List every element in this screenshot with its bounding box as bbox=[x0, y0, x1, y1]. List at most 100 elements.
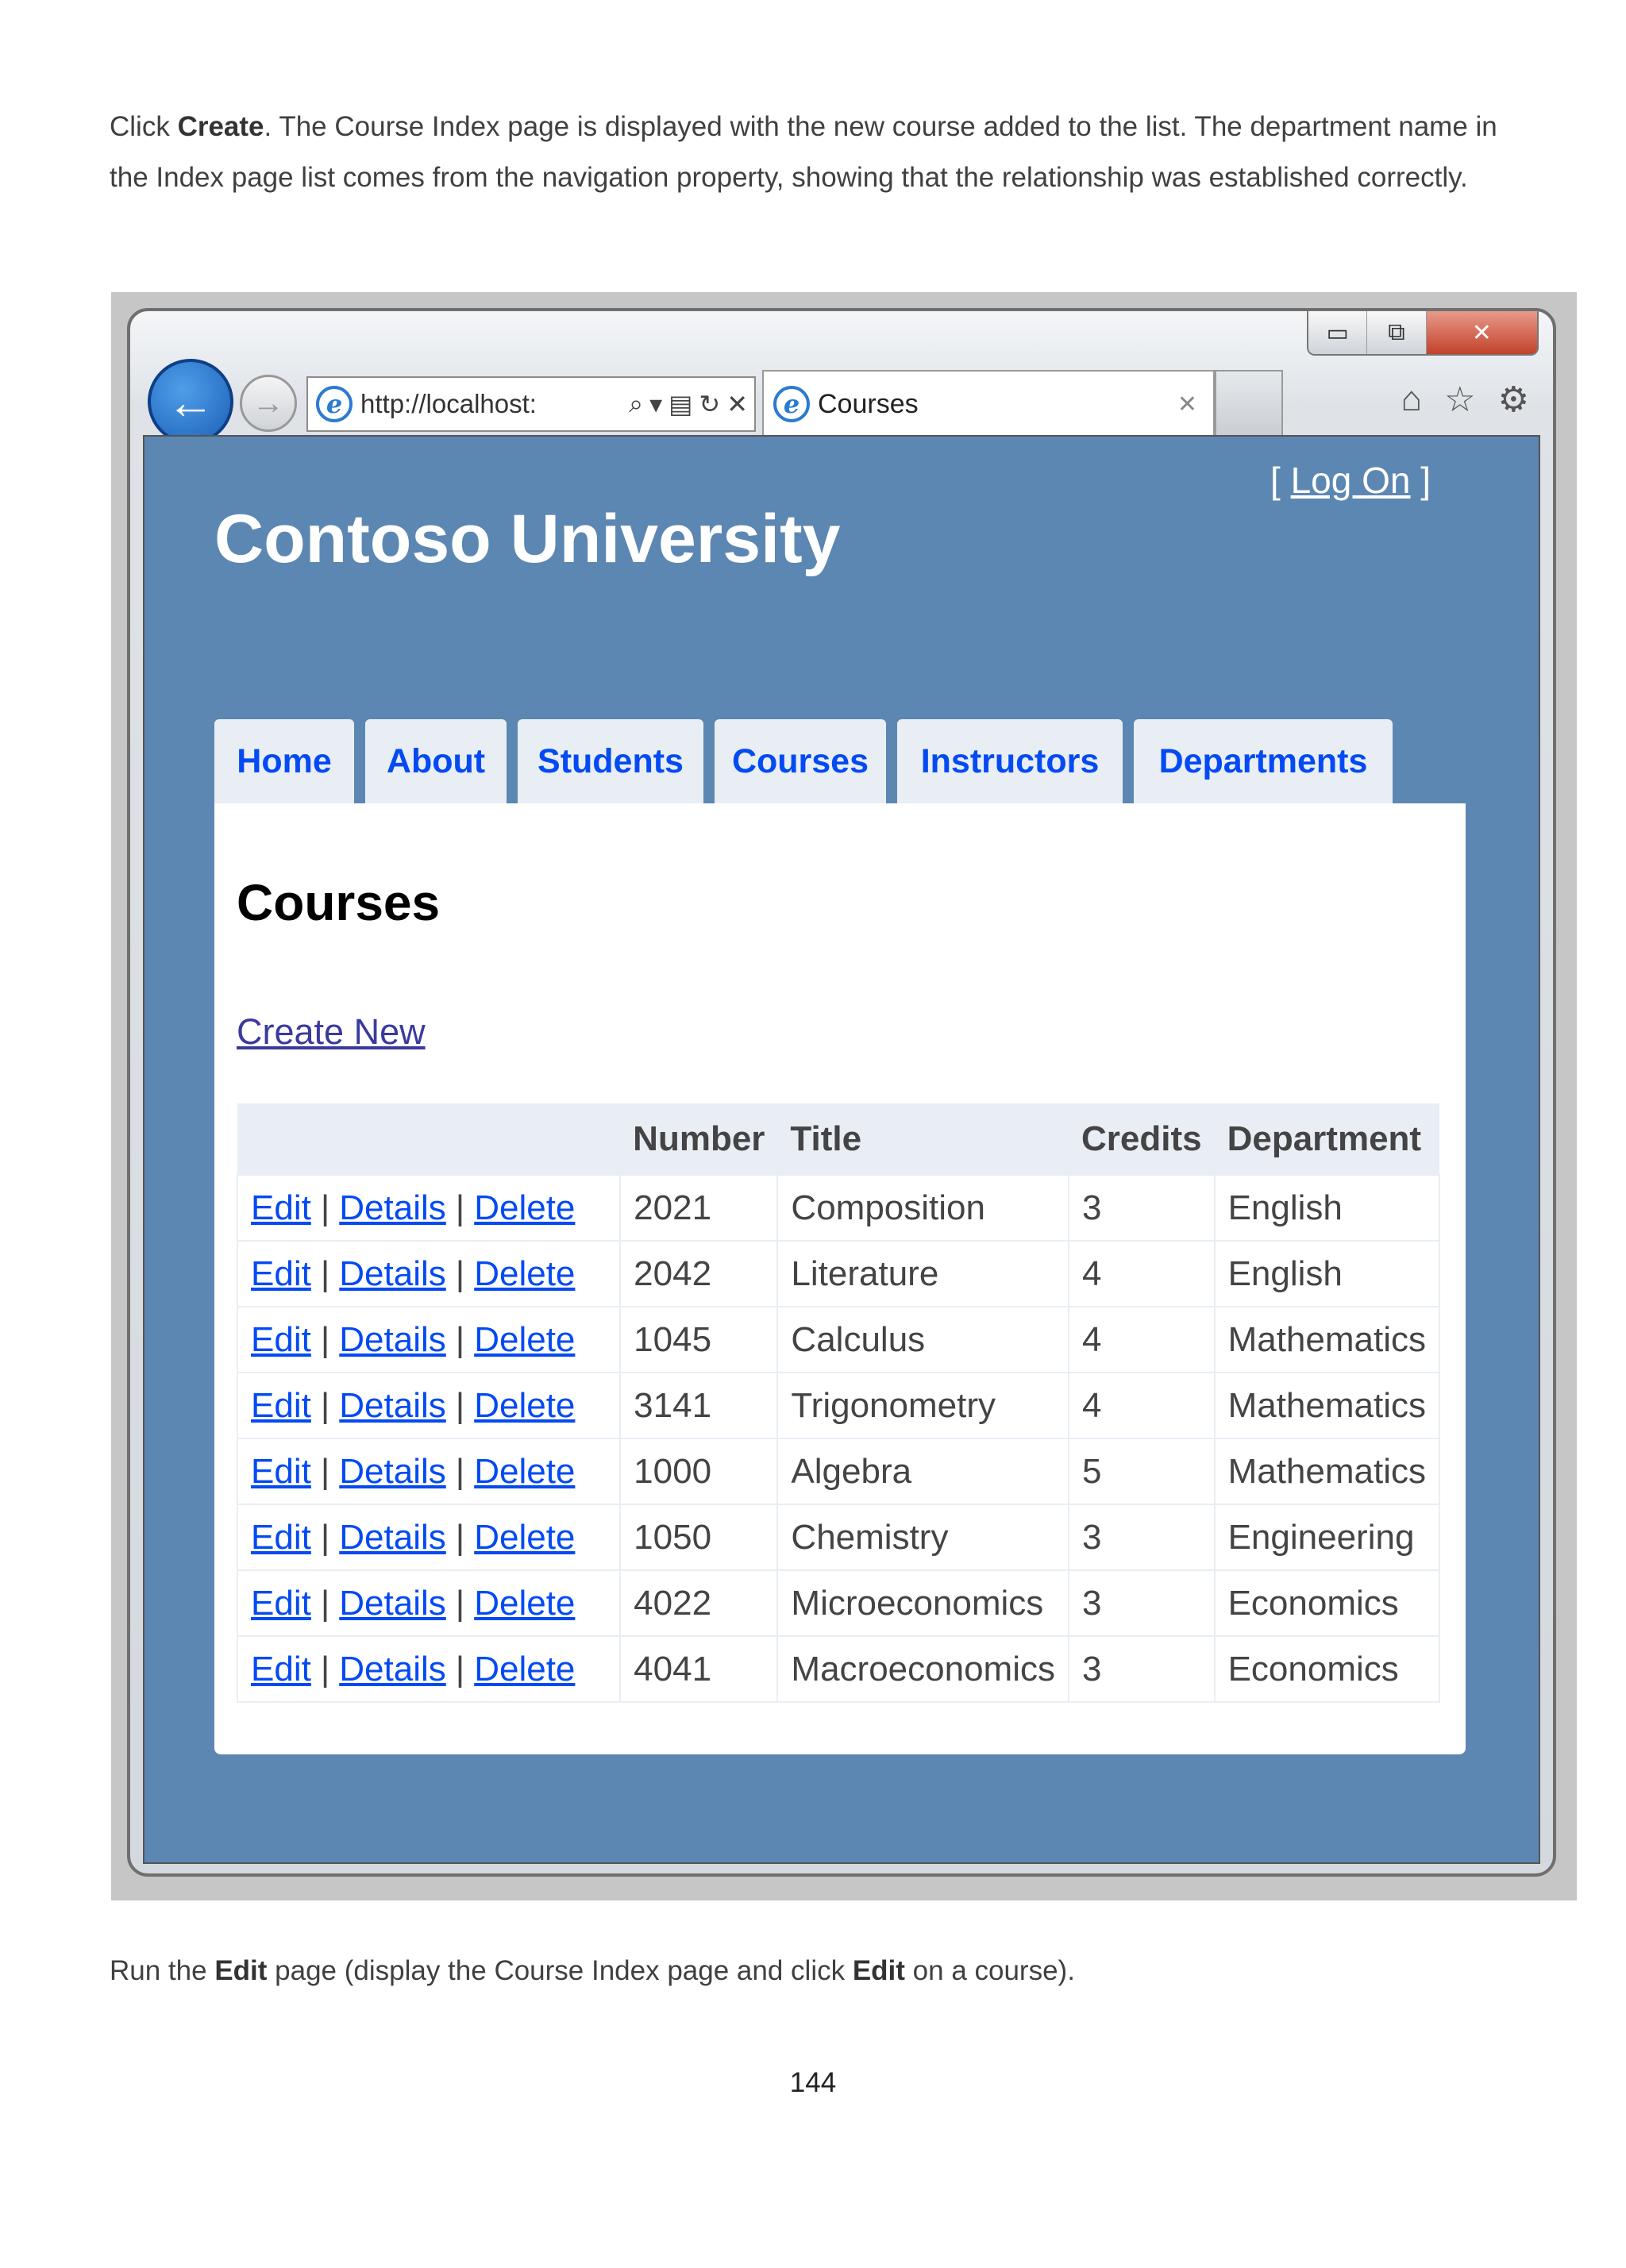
table-row: Edit | Details | Delete 4041 Macroeconomics 3 Ec… bbox=[236, 1635, 1441, 1703]
cell-credits: 5 bbox=[1067, 1438, 1216, 1505]
separator: | bbox=[320, 1517, 330, 1557]
details-link[interactable]: Details bbox=[339, 1188, 446, 1227]
edit-link[interactable]: Edit bbox=[251, 1386, 311, 1425]
delete-link[interactable]: Delete bbox=[474, 1386, 575, 1425]
row-actions: Edit | Details | Delete bbox=[236, 1569, 622, 1637]
edit-link[interactable]: Edit bbox=[251, 1650, 311, 1688]
edit-link[interactable]: Edit bbox=[251, 1518, 311, 1557]
window-controls: ▭ ⧉ ✕ bbox=[1307, 311, 1539, 356]
bracket-close: ] bbox=[1410, 460, 1431, 501]
gear-icon[interactable]: ⚙ bbox=[1498, 379, 1529, 420]
address-bar[interactable]: e http://localhost: ⌕ ▾ ▤ ↻ ✕ bbox=[306, 376, 756, 432]
table-row: Edit | Details | Delete 1000 Algebra 5 Mathemati… bbox=[236, 1438, 1441, 1505]
cell-title: Literature bbox=[776, 1240, 1069, 1307]
details-link[interactable]: Details bbox=[339, 1254, 446, 1293]
tab-title: Courses bbox=[818, 388, 919, 419]
cell-department: Mathematics bbox=[1213, 1438, 1441, 1505]
refresh-icon[interactable]: ↻ bbox=[699, 389, 720, 419]
star-icon[interactable]: ☆ bbox=[1444, 379, 1475, 420]
edit-link[interactable]: Edit bbox=[251, 1584, 311, 1623]
stop-icon[interactable]: ✕ bbox=[726, 389, 748, 419]
delete-link[interactable]: Delete bbox=[474, 1320, 575, 1359]
text-fragment: Click bbox=[110, 111, 178, 142]
separator: | bbox=[320, 1385, 330, 1425]
separator: | bbox=[320, 1319, 330, 1359]
address-bar-icons: ⌕ ▾ ▤ ↻ ✕ bbox=[622, 389, 754, 419]
next-step-paragraph: Run the Edit page (display the Course In… bbox=[110, 1946, 1507, 1997]
tab-courses[interactable]: e Courses ✕ bbox=[762, 370, 1215, 437]
dropdown-icon[interactable]: ▾ bbox=[649, 389, 662, 419]
details-link[interactable]: Details bbox=[339, 1518, 446, 1557]
cell-credits: 3 bbox=[1067, 1174, 1216, 1242]
delete-link[interactable]: Delete bbox=[474, 1584, 575, 1623]
tab-close-icon[interactable]: ✕ bbox=[1177, 391, 1213, 418]
edit-link[interactable]: Edit bbox=[251, 1188, 311, 1227]
table-header-row: Number Title Credits Department bbox=[237, 1103, 1439, 1175]
cell-number: 1000 bbox=[619, 1438, 779, 1505]
edit-link[interactable]: Edit bbox=[251, 1320, 311, 1359]
cell-title: Trigonometry bbox=[776, 1372, 1069, 1439]
browser-toolbar: ⌂ ☆ ⚙ bbox=[1401, 379, 1529, 420]
cell-number: 4022 bbox=[619, 1569, 779, 1637]
menu-courses[interactable]: Courses bbox=[715, 719, 886, 803]
cell-title: Macroeconomics bbox=[776, 1635, 1069, 1703]
menu-students[interactable]: Students bbox=[518, 719, 703, 803]
cell-number: 4041 bbox=[619, 1635, 779, 1703]
separator: | bbox=[320, 1649, 330, 1688]
cell-title: Calculus bbox=[776, 1306, 1069, 1373]
log-on-link[interactable]: Log On bbox=[1291, 460, 1411, 501]
row-actions: Edit | Details | Delete bbox=[236, 1240, 622, 1307]
restore-icon[interactable]: ⧉ bbox=[1367, 311, 1427, 354]
home-icon[interactable]: ⌂ bbox=[1401, 379, 1423, 420]
table-row: Edit | Details | Delete 4022 Microeconomics 3 Ec… bbox=[236, 1569, 1441, 1637]
compatibility-icon[interactable]: ▤ bbox=[669, 389, 692, 419]
site-title: Contoso University bbox=[214, 501, 841, 577]
delete-link[interactable]: Delete bbox=[474, 1188, 575, 1227]
back-arrow-icon[interactable]: ← bbox=[148, 359, 233, 445]
address-text[interactable]: http://localhost: bbox=[360, 389, 622, 419]
search-icon[interactable]: ⌕ bbox=[629, 389, 643, 419]
minimize-icon[interactable]: ▭ bbox=[1308, 311, 1368, 354]
close-icon[interactable]: ✕ bbox=[1426, 311, 1537, 354]
delete-link[interactable]: Delete bbox=[474, 1452, 575, 1491]
separator: | bbox=[320, 1583, 330, 1623]
bracket-open: [ bbox=[1270, 460, 1291, 501]
new-tab-button[interactable] bbox=[1215, 370, 1283, 437]
cell-credits: 3 bbox=[1067, 1569, 1216, 1637]
details-link[interactable]: Details bbox=[339, 1584, 446, 1623]
row-actions: Edit | Details | Delete bbox=[236, 1174, 622, 1242]
cell-department: Mathematics bbox=[1213, 1306, 1441, 1373]
header-number: Number bbox=[620, 1103, 778, 1175]
cell-number: 2021 bbox=[619, 1174, 779, 1242]
separator: | bbox=[455, 1517, 465, 1557]
delete-link[interactable]: Delete bbox=[474, 1254, 575, 1293]
cell-credits: 4 bbox=[1067, 1306, 1216, 1373]
row-actions: Edit | Details | Delete bbox=[236, 1438, 622, 1505]
menu-departments[interactable]: Departments bbox=[1134, 719, 1393, 803]
details-link[interactable]: Details bbox=[339, 1452, 446, 1491]
edit-link[interactable]: Edit bbox=[251, 1452, 311, 1491]
create-new-link[interactable]: Create New bbox=[237, 1011, 426, 1053]
page-title: Courses bbox=[237, 874, 441, 931]
ie-logo-icon: e bbox=[316, 386, 353, 422]
menu-home[interactable]: Home bbox=[214, 719, 354, 803]
table-row: Edit | Details | Delete 2042 Literature 4 Englis… bbox=[236, 1240, 1441, 1307]
details-link[interactable]: Details bbox=[339, 1320, 446, 1359]
forward-arrow-icon[interactable]: → bbox=[240, 375, 297, 432]
edit-link[interactable]: Edit bbox=[251, 1254, 311, 1293]
table-row: Edit | Details | Delete 2021 Composition 3 Engli… bbox=[236, 1174, 1441, 1242]
details-link[interactable]: Details bbox=[339, 1650, 446, 1688]
details-link[interactable]: Details bbox=[339, 1386, 446, 1425]
bold-term: Edit bbox=[852, 1955, 905, 1986]
header-credits: Credits bbox=[1068, 1103, 1215, 1175]
text-fragment: on a course). bbox=[904, 1955, 1075, 1986]
separator: | bbox=[320, 1188, 330, 1227]
menu-about[interactable]: About bbox=[365, 719, 507, 803]
delete-link[interactable]: Delete bbox=[474, 1650, 575, 1688]
separator: | bbox=[455, 1319, 465, 1359]
header-title: Title bbox=[777, 1103, 1069, 1175]
cell-credits: 4 bbox=[1067, 1240, 1216, 1307]
separator: | bbox=[455, 1649, 465, 1688]
delete-link[interactable]: Delete bbox=[474, 1518, 575, 1557]
menu-instructors[interactable]: Instructors bbox=[897, 719, 1123, 803]
